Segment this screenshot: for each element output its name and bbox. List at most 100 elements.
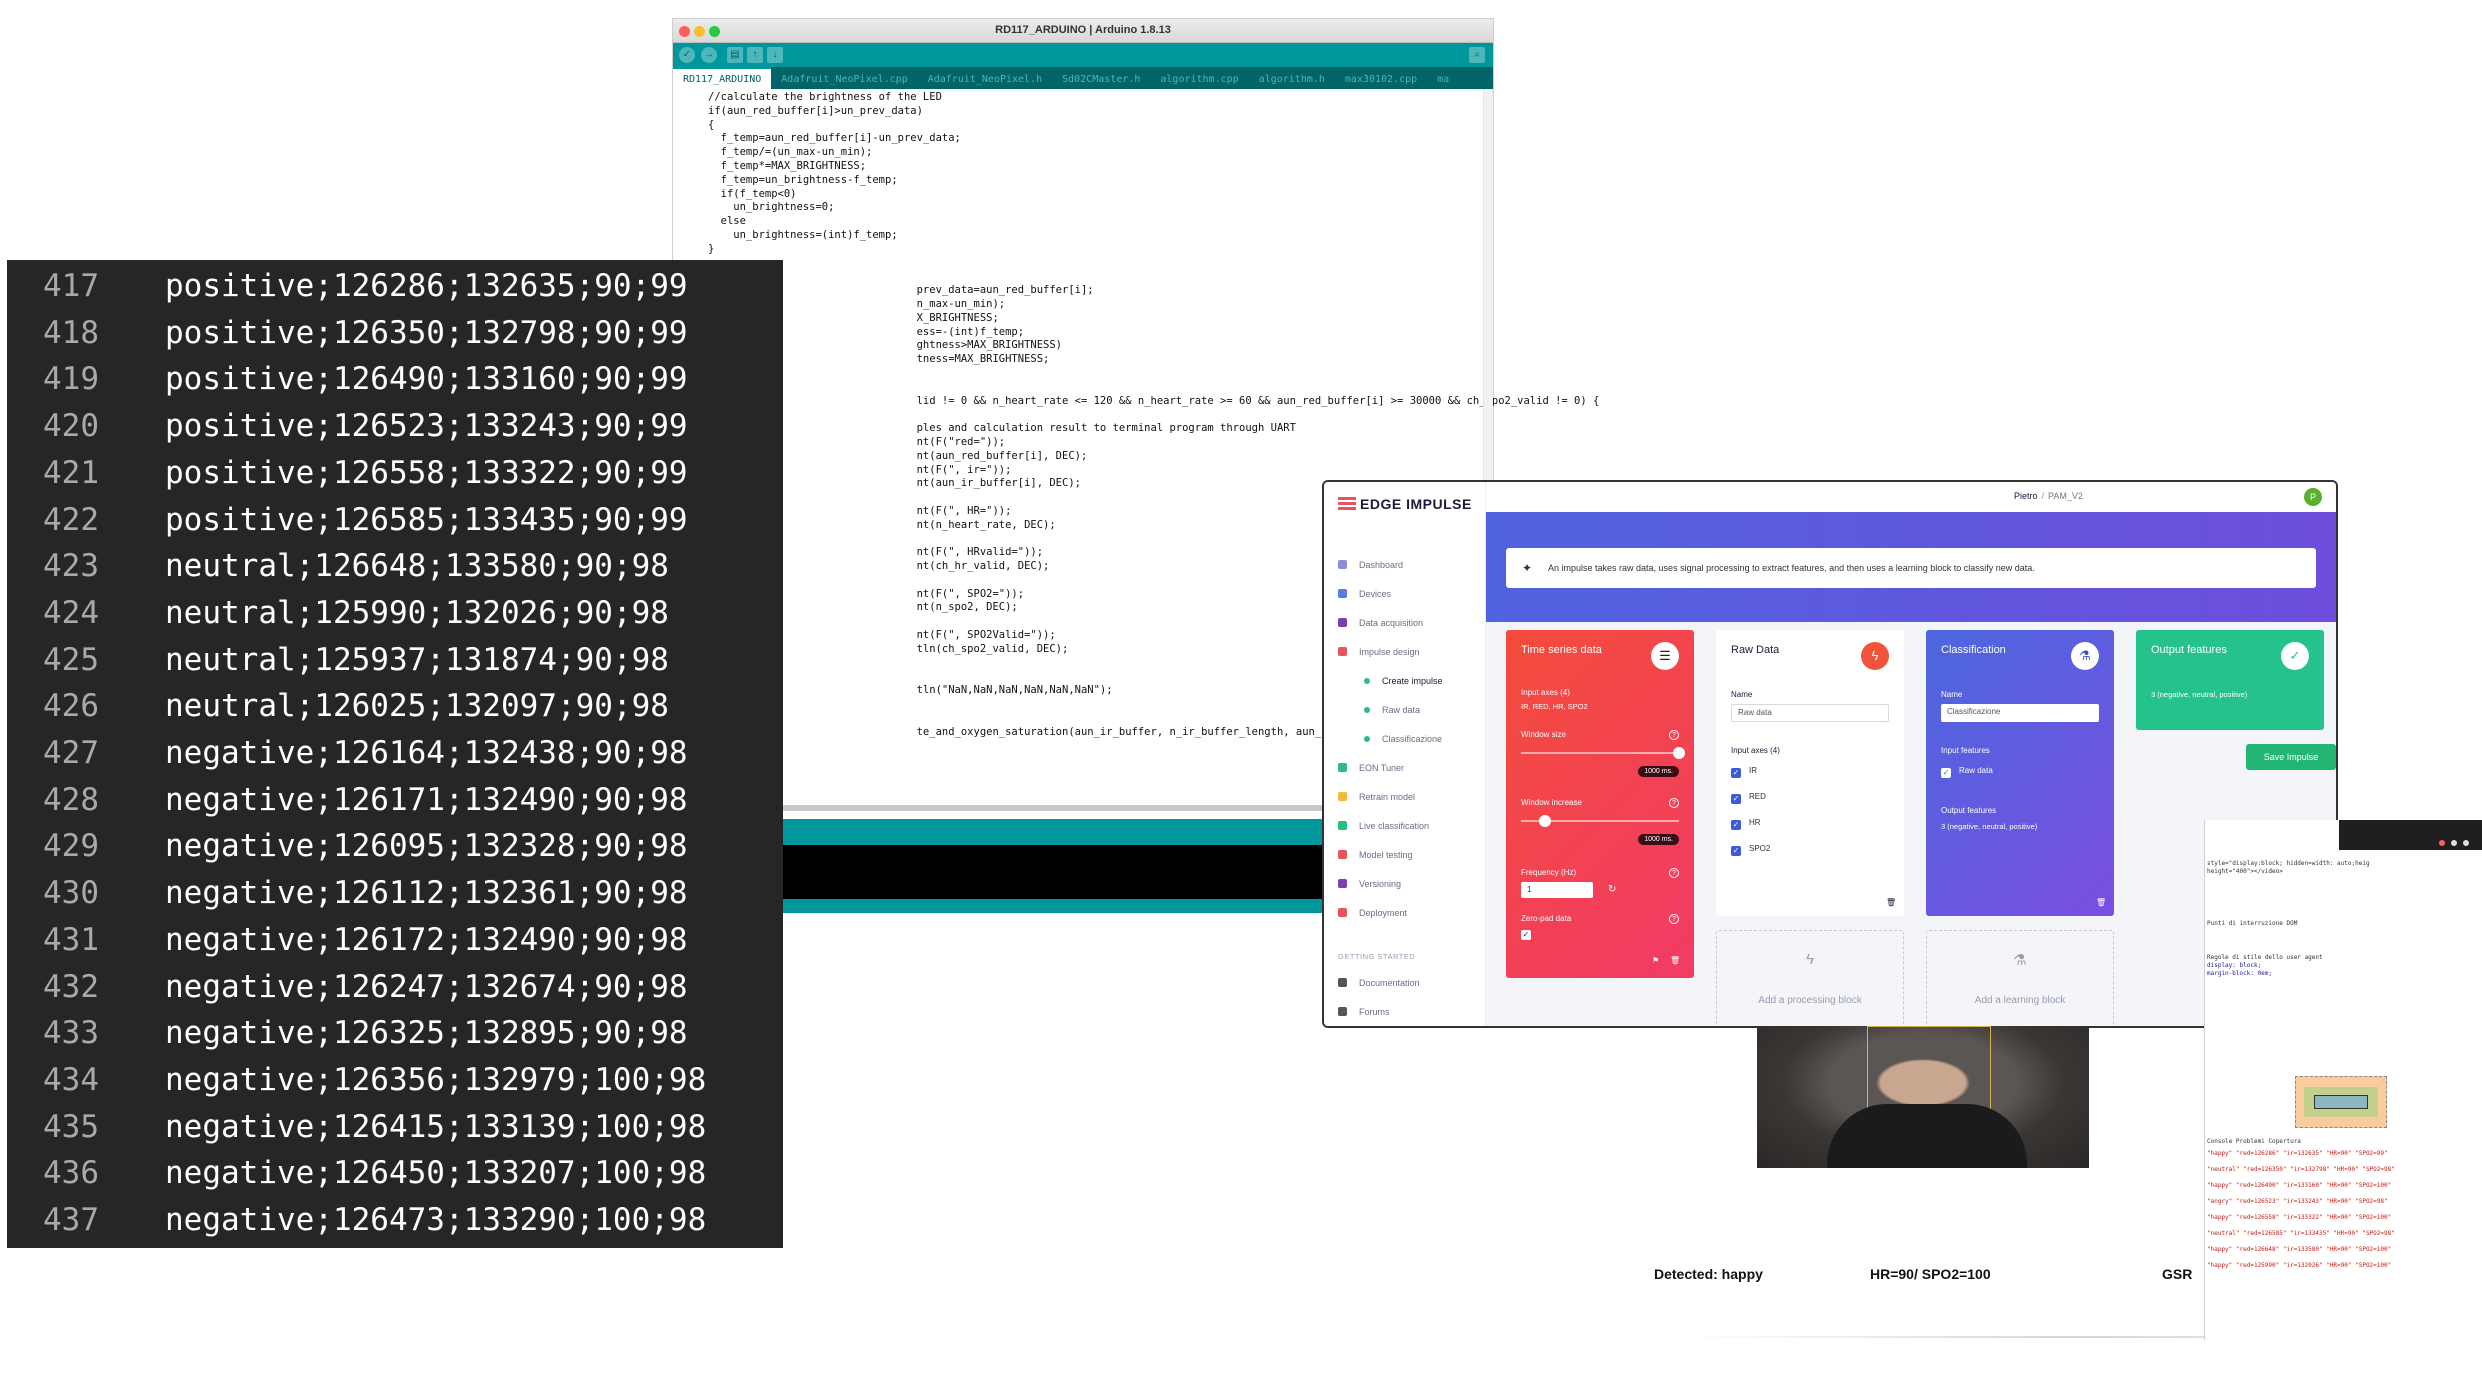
sidebar-item-label: Forums: [1359, 1007, 1390, 1017]
file-tab[interactable]: Adafruit_NeoPixel.cpp: [771, 69, 917, 89]
code-line: f_temp*=MAX_BRIGHTNESS;: [708, 159, 867, 172]
devtools-line: margin-block: 0em;: [2207, 970, 2273, 977]
delete-icon[interactable]: 🗑: [1886, 898, 1896, 907]
sidebar-subitem[interactable]: Create impulse: [1364, 676, 1443, 686]
window-title: RD117_ARDUINO | Arduino 1.8.13: [995, 24, 1171, 36]
flag-icon[interactable]: ⚑: [1652, 956, 1659, 965]
delete-icon[interactable]: 🗑: [2096, 898, 2106, 907]
nav-icon: [1338, 821, 1347, 830]
zero-pad-checkbox[interactable]: ✓: [1521, 930, 1531, 940]
help-icon[interactable]: ?: [1669, 868, 1679, 878]
detected-emotion: Detected: happy: [1654, 1266, 1763, 1282]
save-impulse-button[interactable]: Save Impulse: [2246, 744, 2336, 770]
slider-knob[interactable]: [1538, 815, 1551, 827]
file-tab[interactable]: max30102.cpp: [1335, 69, 1427, 89]
refresh-icon[interactable]: ↻: [1608, 884, 1616, 895]
sidebar-item[interactable]: Live classification: [1338, 821, 1429, 831]
add-processing-block[interactable]: ϟ Add a processing block: [1716, 930, 1904, 1026]
serial-record: negative;126415;133139;100;98: [165, 1108, 707, 1145]
frequency-input[interactable]: 1: [1521, 882, 1593, 898]
sidebar-item[interactable]: Deployment: [1338, 908, 1407, 918]
window-size-slider[interactable]: [1521, 747, 1685, 759]
flask-icon: ⚗: [2013, 952, 2027, 969]
sidebar-item[interactable]: EON Tuner: [1338, 763, 1404, 773]
file-tab[interactable]: algorithm.h: [1249, 69, 1335, 89]
checkbox[interactable]: ✓: [1731, 768, 1741, 778]
raw-data-card: Raw Data ϟ Name Raw data Input axes (4) …: [1716, 630, 1904, 916]
line-number: 434: [43, 1061, 99, 1098]
impulse-info-text: An impulse takes raw data, uses signal p…: [1548, 563, 2035, 573]
help-icon[interactable]: ?: [1669, 730, 1679, 740]
serial-monitor-icon[interactable]: ⌕: [1469, 47, 1485, 63]
webcam-video: [1757, 1026, 2089, 1168]
axis-checkbox-row[interactable]: ✓ SPO2: [1731, 844, 1770, 856]
line-number: 429: [43, 828, 99, 865]
checkbox[interactable]: ✓: [1941, 768, 1951, 778]
output-features-value: 3 (negative, neutral, positive): [1941, 822, 2038, 831]
window-increase-slider[interactable]: [1521, 815, 1679, 827]
sidebar-item[interactable]: Impulse design: [1338, 647, 1420, 657]
checkbox[interactable]: ✓: [1731, 846, 1741, 856]
file-tab[interactable]: ma: [1427, 69, 1459, 89]
axis-checkbox-row[interactable]: ✓ IR: [1731, 766, 1757, 778]
breadcrumb-project[interactable]: PAM_V2: [2048, 491, 2083, 501]
sidebar-item[interactable]: Retrain model: [1338, 792, 1415, 802]
serial-record: negative;126172;132490;90;98: [165, 921, 688, 958]
devtools-line: "neutral" "red=126585" "ir=133435" "HR=9…: [2207, 1230, 2395, 1237]
file-tab[interactable]: Sd02CMaster.h: [1052, 69, 1150, 89]
avatar[interactable]: P: [2304, 488, 2322, 506]
sidebar-item[interactable]: Versioning: [1338, 879, 1401, 889]
lightning-icon: ϟ: [1806, 951, 1814, 968]
line-number: 428: [43, 781, 99, 818]
devtools-menu-button[interactable]: [2463, 840, 2469, 846]
checkbox[interactable]: ✓: [1731, 820, 1741, 830]
card-title: Classification: [1941, 644, 2006, 656]
output-features-value: 3 (negative, neutral, positive): [2151, 690, 2248, 699]
serial-row: 427 negative;126164;132438;90;98: [7, 735, 783, 782]
save-sketch-icon[interactable]: ↓: [767, 47, 783, 63]
help-icon[interactable]: ?: [1669, 798, 1679, 808]
nav-icon: [1338, 850, 1347, 859]
file-tab[interactable]: algorithm.cpp: [1150, 69, 1248, 89]
slider-knob[interactable]: [1673, 747, 1685, 759]
axis-label: SPO2: [1749, 844, 1771, 853]
axis-checkbox-row[interactable]: ✓ RED: [1731, 792, 1766, 804]
devtools-line: "happy" "red=126490" "ir=133160" "HR=90"…: [2207, 1182, 2392, 1189]
breadcrumb-user[interactable]: Pietro: [2014, 491, 2038, 501]
devtools-close-button[interactable]: [2439, 840, 2445, 846]
window-increase-label: Window increase: [1521, 798, 1582, 807]
devtools-line: "happy" "red=126286" "ir=132635" "HR=90"…: [2207, 1150, 2388, 1157]
devtools-line: "happy" "red=125990" "ir=132026" "HR=90"…: [2207, 1262, 2392, 1269]
add-learning-block[interactable]: ⚗ Add a learning block: [1926, 930, 2114, 1026]
file-tab[interactable]: Adafruit_NeoPixel.h: [918, 69, 1052, 89]
sidebar-item[interactable]: Devices: [1338, 589, 1391, 599]
sidebar-item[interactable]: Model testing: [1338, 850, 1413, 860]
open-sketch-icon[interactable]: ↑: [747, 47, 763, 63]
upload-icon[interactable]: →: [701, 47, 717, 63]
help-icon[interactable]: ?: [1669, 914, 1679, 924]
sidebar-item[interactable]: Data acquisition: [1338, 618, 1423, 628]
sidebar-subitem[interactable]: Classificazione: [1364, 734, 1442, 744]
card-title: Output features: [2151, 644, 2227, 656]
devtools-settings-button[interactable]: [2451, 840, 2457, 846]
classification-name-input[interactable]: Classificazione: [1941, 704, 2099, 722]
sidebar-item[interactable]: Dashboard: [1338, 560, 1403, 570]
delete-icon[interactable]: 🗑: [1670, 956, 1680, 965]
raw-data-name-input[interactable]: Raw data: [1731, 704, 1889, 722]
sidebar-item-label: Live classification: [1359, 821, 1430, 831]
sidebar-item[interactable]: Documentation: [1338, 978, 1420, 988]
sidebar-item-label: Data acquisition: [1359, 618, 1424, 628]
input-feature-row[interactable]: ✓ Raw data: [1941, 766, 1993, 778]
checkbox[interactable]: ✓: [1731, 794, 1741, 804]
sidebar-subitem[interactable]: Raw data: [1364, 705, 1420, 715]
sidebar-item[interactable]: Forums: [1338, 1007, 1390, 1017]
verify-icon[interactable]: ✓: [679, 47, 695, 63]
sidebar-item-label: Impulse design: [1359, 647, 1420, 657]
file-tab[interactable]: RD117_ARDUINO: [673, 67, 772, 89]
new-sketch-icon[interactable]: ▤: [727, 47, 743, 63]
code-line: if(f_temp<0): [708, 187, 797, 200]
edge-impulse-logo[interactable]: EDGE IMPULSE: [1338, 496, 1472, 512]
axis-checkbox-row[interactable]: ✓ HR: [1731, 818, 1761, 830]
flask-icon: ⚗: [2071, 642, 2099, 670]
lightning-icon: ϟ: [1861, 642, 1889, 670]
